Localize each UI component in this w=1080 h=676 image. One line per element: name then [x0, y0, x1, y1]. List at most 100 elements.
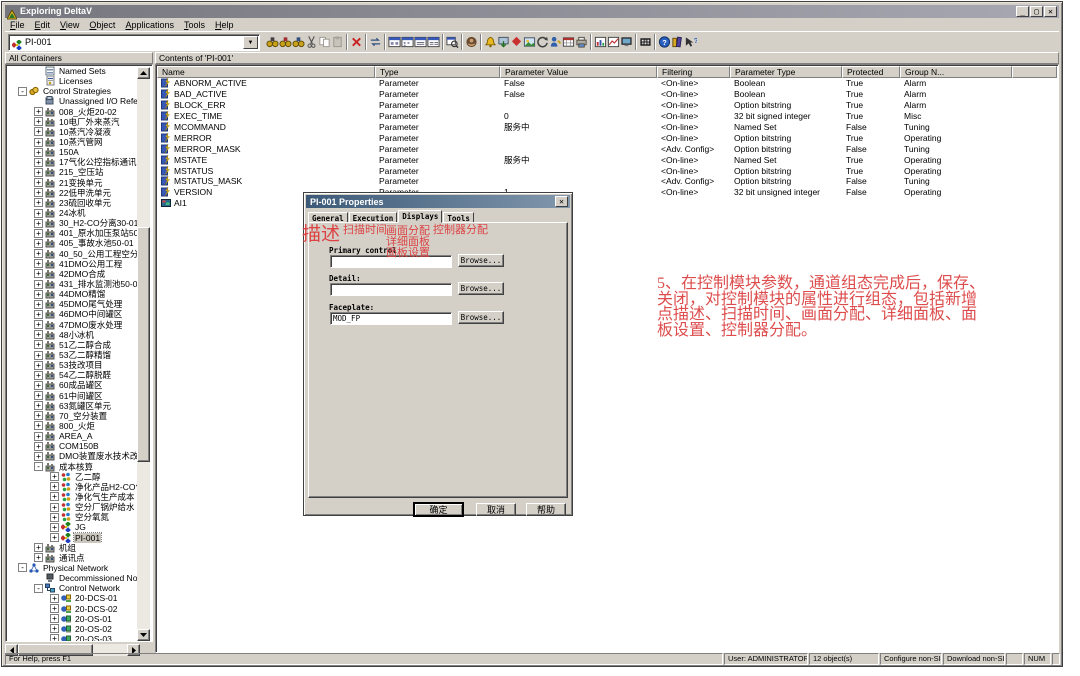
tree-item[interactable]: +17气化公控指标通讯点 — [8, 157, 138, 167]
column-header-group-n-[interactable]: Group N... — [900, 66, 1012, 78]
tree-item[interactable]: +53技改项目 — [8, 360, 138, 370]
tree-item[interactable]: -Control Network — [8, 583, 138, 593]
tree-item[interactable]: +215_空压站 — [8, 167, 138, 177]
delete-icon[interactable] — [350, 34, 363, 50]
tree-item[interactable]: +401_原水加压泵站50-03 — [8, 228, 138, 238]
expand-box[interactable]: + — [34, 117, 43, 126]
expand-box[interactable]: + — [34, 198, 43, 207]
tree-item[interactable]: +45DMO尾气处理 — [8, 299, 138, 309]
view-details-icon[interactable] — [427, 34, 440, 50]
expand-box[interactable]: + — [34, 259, 43, 268]
expand-box[interactable]: + — [34, 361, 43, 370]
tree-item[interactable]: +70_空分装置 — [8, 411, 138, 421]
tree-item[interactable]: +42DMO合成 — [8, 269, 138, 279]
expand-box[interactable]: + — [34, 178, 43, 187]
menu-file[interactable]: File — [5, 19, 30, 31]
expand-box[interactable]: + — [34, 249, 43, 258]
view-small-icons-icon[interactable] — [401, 34, 414, 50]
tree-item[interactable]: +10蒸汽管网 — [8, 137, 138, 147]
tree-scroll-thumb[interactable] — [137, 227, 150, 462]
tree-item[interactable]: +20-OS-01 — [8, 614, 138, 624]
parameter-row[interactable]: BLOCK_ERRParameter<On-line>Option bitstr… — [157, 100, 1057, 111]
tree-item[interactable]: +10电厂外来蒸汽 — [8, 117, 138, 127]
tree-item[interactable]: +23硫回收单元 — [8, 198, 138, 208]
tree-item[interactable]: +48小冰机 — [8, 330, 138, 340]
view-list-icon[interactable] — [414, 34, 427, 50]
tree-item[interactable]: Named Sets — [8, 66, 138, 76]
expand-box[interactable]: + — [50, 624, 59, 633]
parameter-row[interactable]: MSTATUS_MASKParameter<Adv. Config>Option… — [157, 176, 1057, 187]
parameter-row[interactable]: MCOMMANDParameter服务中<On-line>Named SetFa… — [157, 122, 1057, 133]
expand-box[interactable]: + — [34, 432, 43, 441]
combo-dropdown-button[interactable]: ▼ — [243, 36, 258, 49]
expand-box[interactable]: + — [34, 127, 43, 136]
expand-box[interactable]: + — [34, 340, 43, 349]
film-icon[interactable] — [639, 34, 652, 50]
column-header-parameter-type[interactable]: Parameter Type — [730, 66, 842, 78]
assign-icon[interactable] — [497, 34, 510, 50]
tree-item[interactable]: +20-OS-02 — [8, 624, 138, 634]
cancel-button[interactable]: 取消 — [476, 503, 516, 516]
parameter-row[interactable]: MSTATUSParameter<On-line>Option bitstrin… — [157, 165, 1057, 176]
collapse-box[interactable]: - — [18, 87, 27, 96]
column-header-name[interactable]: Name — [157, 66, 375, 78]
parameter-row[interactable]: MSTATEParameter服务中<On-line>Named SetTrue… — [157, 154, 1057, 165]
monitor-icon[interactable] — [620, 34, 633, 50]
scroll-up-button[interactable] — [137, 67, 150, 79]
expand-box[interactable]: + — [34, 442, 43, 451]
expand-box[interactable]: + — [50, 482, 59, 491]
expand-box[interactable]: + — [34, 229, 43, 238]
expand-box[interactable]: + — [50, 634, 59, 641]
menu-view[interactable]: View — [55, 19, 84, 31]
tree-item[interactable]: +乙二醇 — [8, 472, 138, 482]
expand-box[interactable]: + — [34, 371, 43, 380]
tree-item[interactable]: +40_50_公用工程空分部分 — [8, 249, 138, 259]
paste-icon[interactable] — [331, 34, 344, 50]
expand-box[interactable]: + — [34, 411, 43, 420]
expand-box[interactable]: + — [34, 148, 43, 157]
tree-item[interactable]: +41DMO公用工程 — [8, 259, 138, 269]
tree-item[interactable]: Unassigned I/O References — [8, 96, 138, 106]
tree-item[interactable]: +54乙二醇脱醛 — [8, 370, 138, 380]
ok-button[interactable]: 确定 — [414, 503, 463, 516]
tree-vertical-scrollbar[interactable] — [137, 67, 150, 641]
chart-trend-icon[interactable] — [607, 34, 620, 50]
tree-item[interactable]: +24冰机 — [8, 208, 138, 218]
expand-box[interactable]: + — [34, 452, 43, 461]
tree-item[interactable]: +51乙二醇合成 — [8, 340, 138, 350]
picture-icon[interactable] — [523, 34, 536, 50]
tree-item[interactable]: Decommissioned Nodes — [8, 573, 138, 583]
minimize-button[interactable]: _ — [1016, 6, 1029, 17]
tree-item[interactable]: +净化产品H2-CO气生产 — [8, 482, 138, 492]
expand-box[interactable]: + — [34, 300, 43, 309]
expand-box[interactable]: + — [34, 310, 43, 319]
column-header-type[interactable]: Type — [375, 66, 500, 78]
parameter-row[interactable]: ABNORM_ACTIVEParameterFalse<On-line>Bool… — [157, 78, 1057, 89]
collapse-box[interactable]: - — [18, 563, 27, 572]
detail-browse-button[interactable]: Browse... — [458, 282, 504, 295]
expand-box[interactable]: + — [34, 391, 43, 400]
expand-box[interactable]: + — [50, 614, 59, 623]
module-combo[interactable]: PI-001 ▼ — [8, 34, 260, 51]
tree-item[interactable]: +30_H2-CO分离30-01 — [8, 218, 138, 228]
menu-edit[interactable]: Edit — [30, 19, 56, 31]
expand-box[interactable]: + — [34, 543, 43, 552]
tree-item[interactable]: +AREA_A — [8, 431, 138, 441]
tree-item[interactable]: +COM150B — [8, 441, 138, 451]
column-header-protected[interactable]: Protected — [842, 66, 900, 78]
expand-box[interactable]: + — [34, 158, 43, 167]
tree-item[interactable]: +431_排水监测池50-03 — [8, 279, 138, 289]
expand-box[interactable]: + — [34, 269, 43, 278]
chart-bar-icon[interactable] — [594, 34, 607, 50]
help-button[interactable]: 帮助 — [526, 503, 566, 516]
tree-item[interactable]: +空分氧氮 — [8, 512, 138, 522]
tree-item[interactable]: +机组 — [8, 543, 138, 553]
tree-item[interactable]: +008_火炬20-02 — [8, 107, 138, 117]
expand-box[interactable]: + — [34, 107, 43, 116]
tree-item[interactable]: +60成品罐区 — [8, 380, 138, 390]
detail-input[interactable] — [330, 283, 452, 296]
swap-icon[interactable] — [369, 34, 382, 50]
expand-box[interactable]: + — [34, 209, 43, 218]
tree-item[interactable]: +JG — [8, 522, 138, 532]
collapse-box[interactable]: - — [34, 584, 43, 593]
